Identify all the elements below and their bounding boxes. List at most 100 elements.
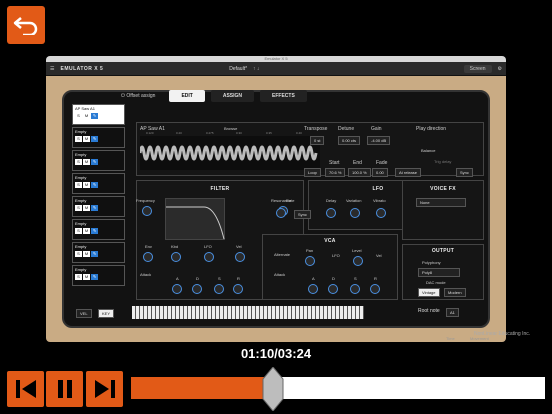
sample-slot[interactable]: Empty S M ✎ bbox=[72, 127, 125, 148]
transpose-label: Transpose bbox=[304, 126, 328, 132]
mute-button[interactable]: M bbox=[83, 205, 90, 211]
pause-icon bbox=[57, 380, 72, 398]
edit-icon[interactable]: ✎ bbox=[91, 182, 98, 188]
mute-button[interactable]: M bbox=[83, 274, 90, 280]
sample-slot[interactable]: Empty S M ✎ bbox=[72, 219, 125, 240]
sync-button[interactable]: Sync bbox=[456, 168, 473, 177]
root-note-label: Root note bbox=[418, 308, 440, 314]
filter-vel-label: Vel bbox=[236, 244, 242, 249]
start-value[interactable]: 70.6 % bbox=[325, 168, 346, 177]
solo-button[interactable]: S bbox=[75, 113, 82, 119]
key-button[interactable]: KEY bbox=[98, 309, 115, 318]
lfo-vibrato-knob[interactable] bbox=[376, 208, 386, 218]
tab-effects[interactable]: EFFECTS bbox=[260, 90, 307, 102]
lfo-variation-knob[interactable] bbox=[350, 208, 360, 218]
solo-button[interactable]: S bbox=[75, 274, 82, 280]
sample-slot[interactable]: Empty S M ✎ bbox=[72, 196, 125, 217]
lfo-delay-knob[interactable] bbox=[326, 208, 336, 218]
edit-icon[interactable]: ✎ bbox=[91, 228, 98, 234]
loop-button[interactable]: Loop bbox=[304, 168, 321, 177]
lfo-sync-button[interactable]: Sync bbox=[294, 210, 311, 219]
mute-button[interactable]: M bbox=[83, 251, 90, 257]
polyphony-select[interactable]: Poly8 bbox=[418, 268, 460, 277]
filter-d-knob[interactable] bbox=[192, 284, 202, 294]
mute-button[interactable]: M bbox=[83, 159, 90, 165]
screen-button[interactable]: Screen bbox=[463, 64, 492, 73]
frequency-knob[interactable] bbox=[142, 206, 152, 216]
sample-slot-name: Empty bbox=[75, 267, 87, 272]
arrow-icons[interactable]: ↑ ↓ bbox=[253, 66, 259, 72]
offset-assign[interactable]: ⏻ Offset assign bbox=[121, 93, 155, 99]
voicefx-select[interactable]: None bbox=[416, 198, 466, 207]
solo-button[interactable]: S bbox=[75, 136, 82, 142]
edit-icon[interactable]: ✎ bbox=[91, 251, 98, 257]
pause-button[interactable] bbox=[46, 371, 83, 407]
solo-button[interactable]: S bbox=[75, 251, 82, 257]
mute-button[interactable]: M bbox=[83, 113, 90, 119]
back-button[interactable] bbox=[7, 6, 45, 44]
lfo-rate-knob[interactable] bbox=[276, 208, 286, 218]
sample-slot[interactable]: Empty S M ✎ bbox=[72, 242, 125, 263]
vca-d-knob[interactable] bbox=[328, 284, 338, 294]
mute-button[interactable]: M bbox=[83, 182, 90, 188]
edit-icon[interactable]: ✎ bbox=[91, 136, 98, 142]
tab-assign[interactable]: ASSIGN bbox=[210, 90, 255, 102]
fade-value[interactable]: 0.00 bbox=[372, 168, 388, 177]
vel-button[interactable]: VEL bbox=[76, 309, 92, 318]
skip-forward-button[interactable] bbox=[86, 371, 123, 407]
waveform-display[interactable] bbox=[138, 136, 320, 170]
menu-icon[interactable]: ☰ bbox=[50, 66, 54, 72]
mute-button[interactable]: M bbox=[83, 136, 90, 142]
vca-title: VCA bbox=[324, 238, 336, 244]
filter-s-knob[interactable] bbox=[214, 284, 224, 294]
sample-slot-name: Empty bbox=[75, 175, 87, 180]
end-value[interactable]: 100.0 % bbox=[348, 168, 371, 177]
filter-kbd-knob[interactable] bbox=[171, 252, 181, 262]
modern-button[interactable]: Modern bbox=[444, 288, 466, 297]
solo-button[interactable]: S bbox=[75, 228, 82, 234]
edit-icon[interactable]: ✎ bbox=[91, 159, 98, 165]
filter-lfo-knob[interactable] bbox=[204, 252, 214, 262]
sample-slot[interactable]: Empty S M ✎ bbox=[72, 265, 125, 286]
filter-attack-label: Attack bbox=[140, 272, 152, 277]
edit-icon[interactable]: ✎ bbox=[91, 274, 98, 280]
vca-level-knob[interactable] bbox=[353, 256, 363, 266]
filter-env-knob[interactable] bbox=[143, 252, 153, 262]
solo-button[interactable]: S bbox=[75, 182, 82, 188]
gain-value[interactable]: -4.00 dB bbox=[367, 136, 391, 145]
preset-name[interactable]: Default* bbox=[229, 66, 247, 72]
vca-pan-knob[interactable] bbox=[305, 256, 315, 266]
progress-thumb[interactable] bbox=[262, 367, 284, 411]
detune-value[interactable]: 0.00 cts bbox=[338, 136, 361, 145]
gear-icon[interactable]: ⚙ bbox=[498, 66, 502, 72]
filter-a-knob[interactable] bbox=[172, 284, 182, 294]
root-note-value[interactable]: A1 bbox=[446, 308, 459, 317]
solo-button[interactable]: S bbox=[75, 205, 82, 211]
offset-assign-label: Offset assign bbox=[126, 93, 156, 99]
skip-back-button[interactable] bbox=[7, 371, 44, 407]
at-release-button[interactable]: At release bbox=[395, 168, 422, 177]
sample-slot[interactable]: AP Saw A1 S M ✎ bbox=[72, 104, 125, 125]
solo-button[interactable]: S bbox=[75, 159, 82, 165]
keyboard[interactable] bbox=[132, 306, 364, 319]
vca-a-label: A bbox=[312, 276, 315, 281]
vca-s-knob[interactable] bbox=[350, 284, 360, 294]
vca-a-knob[interactable] bbox=[308, 284, 318, 294]
vca-r-knob[interactable] bbox=[370, 284, 380, 294]
edit-icon[interactable]: ✎ bbox=[91, 205, 98, 211]
sample-slot[interactable]: Empty S M ✎ bbox=[72, 150, 125, 171]
filter-r-knob[interactable] bbox=[233, 284, 243, 294]
fade-label: Fade bbox=[376, 160, 388, 166]
edit-icon[interactable]: ✎ bbox=[91, 113, 98, 119]
mute-button[interactable]: M bbox=[83, 228, 90, 234]
filter-vel-knob[interactable] bbox=[235, 252, 245, 262]
sample-slot[interactable]: Empty S M ✎ bbox=[72, 173, 125, 194]
tick-label: 0.40 bbox=[296, 131, 302, 135]
vca-lfo-label: LFO bbox=[332, 253, 340, 258]
tab-edit[interactable]: EDIT bbox=[169, 90, 205, 102]
transpose-value[interactable]: 0 st bbox=[310, 136, 325, 145]
filter-r-label: R bbox=[237, 276, 240, 281]
vintage-button[interactable]: Vintage bbox=[418, 288, 440, 297]
polyphony-label: Polyphony bbox=[422, 260, 441, 265]
lfo-rate-label: Rate bbox=[286, 198, 295, 203]
